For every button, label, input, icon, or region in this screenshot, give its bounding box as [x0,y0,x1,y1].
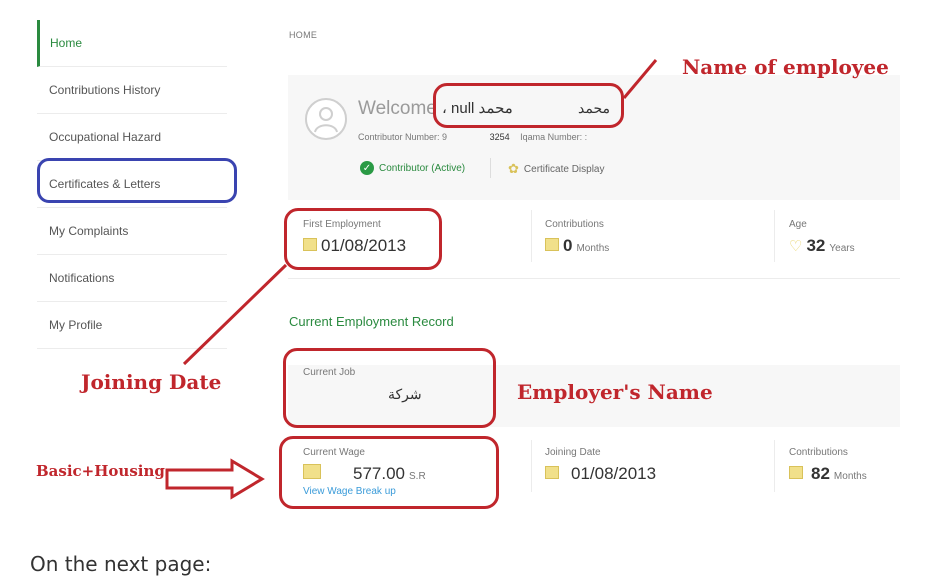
annotation-joining-date: Joining Date [81,370,222,394]
annotation-line-name [622,59,658,99]
annotation-name-of-employee: Name of employee [682,55,889,79]
annotation-lines [165,59,658,500]
footer-text: On the next page: [30,552,212,576]
annotation-line-joining [182,263,288,366]
annotation-employers-name: Employer's Name [517,380,713,404]
annotation-basic-housing: Basic+Housing [36,462,165,480]
arrow-right-icon [165,458,265,500]
